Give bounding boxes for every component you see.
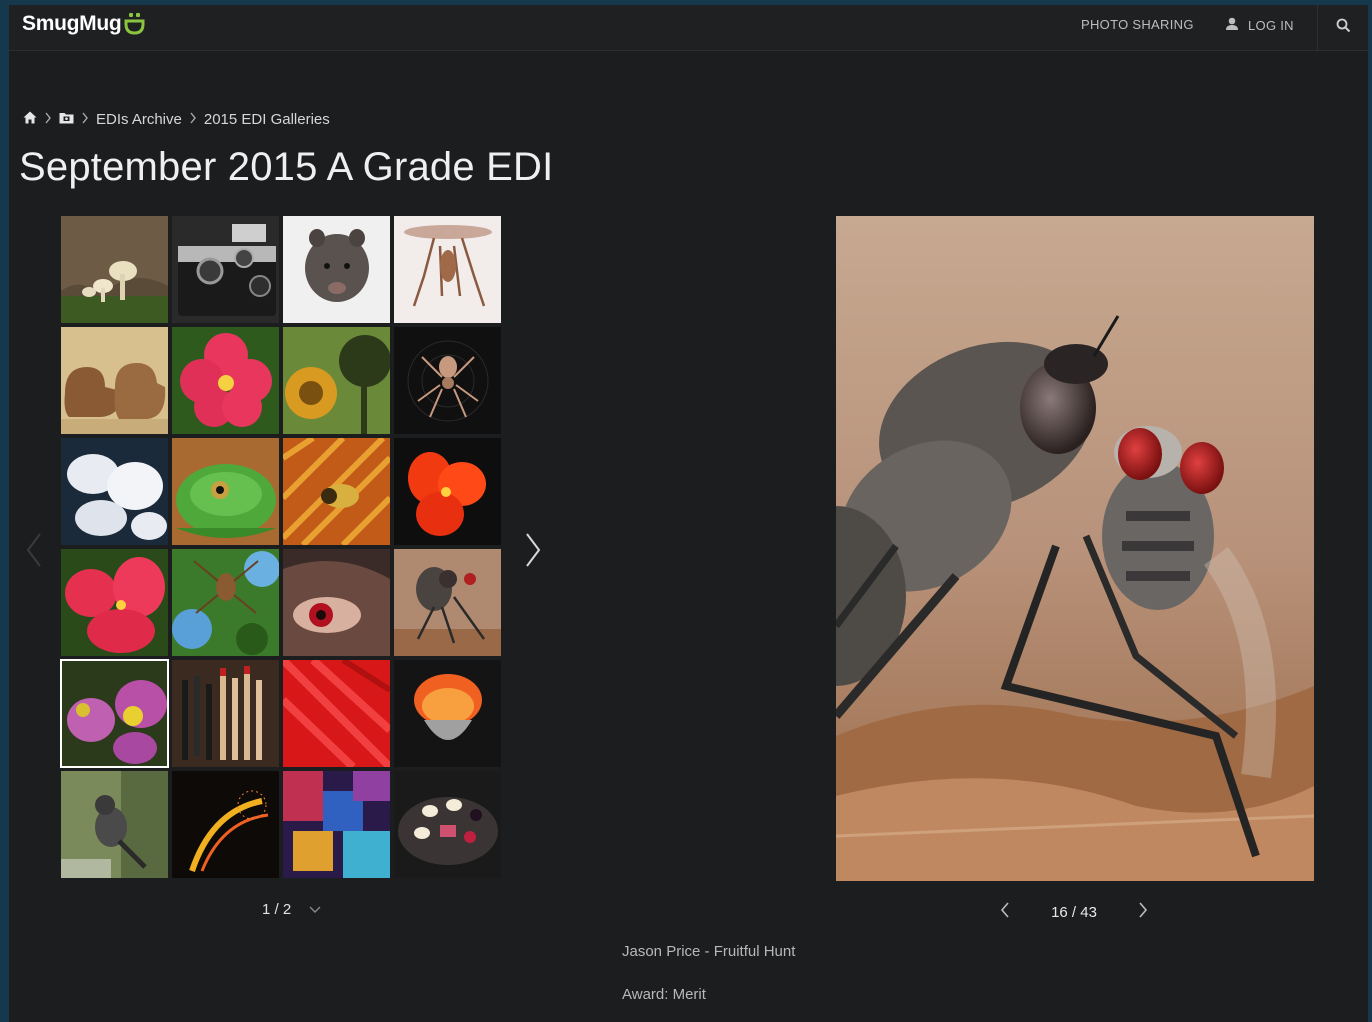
- thumbnails-previous-page-arrow[interactable]: [23, 530, 47, 570]
- thumbnail-abstract-colors[interactable]: [283, 771, 390, 878]
- chevron-right-icon: [81, 112, 89, 127]
- thumbnail-insect-on-white[interactable]: [394, 216, 501, 323]
- thumbnail-baby-boots[interactable]: [61, 327, 168, 434]
- thumbnail-orange-feather[interactable]: [394, 660, 501, 767]
- page: SmugMug PHOTO SHARING LOG IN EDIs Archiv…: [9, 5, 1368, 1022]
- thumbnail-spider-leaves[interactable]: [172, 549, 279, 656]
- next-photo-arrow[interactable]: [1137, 901, 1149, 923]
- thumbnail-white-mushrooms[interactable]: [61, 438, 168, 545]
- thumbnail-green-frog[interactable]: [172, 438, 279, 545]
- thumbnail-matches[interactable]: [172, 660, 279, 767]
- photo-caption: Jason Price - Fruitful Hunt: [622, 943, 796, 960]
- thumbnail-wombat[interactable]: [283, 216, 390, 323]
- photo-sharing-link[interactable]: PHOTO SHARING: [1081, 17, 1194, 32]
- thumbnail-purple-hellebore[interactable]: [60, 659, 169, 768]
- thumbnail-sunflower-silhouette[interactable]: [283, 327, 390, 434]
- thumbnail-spider-web[interactable]: [394, 327, 501, 434]
- top-navigation-bar: SmugMug PHOTO SHARING LOG IN: [9, 5, 1368, 51]
- thumbnail-grey-bird[interactable]: [61, 771, 168, 878]
- thumbnail-golden-wasp[interactable]: [283, 438, 390, 545]
- thumbnail-camera[interactable]: [172, 216, 279, 323]
- breadcrumb-link-edis-archive[interactable]: EDIs Archive: [96, 111, 182, 128]
- thumbnails-next-page-arrow[interactable]: [521, 530, 545, 570]
- search-button[interactable]: [1317, 5, 1368, 51]
- thumbnail-mushrooms[interactable]: [61, 216, 168, 323]
- thumbnail-light-swirl[interactable]: [172, 771, 279, 878]
- thumbnail-pink-flower[interactable]: [172, 327, 279, 434]
- thumbnail-eye-closeup[interactable]: [283, 549, 390, 656]
- smugmug-smile-icon: [124, 12, 146, 36]
- previous-photo-arrow[interactable]: [999, 901, 1011, 923]
- folder-icon[interactable]: [59, 111, 74, 128]
- chevron-right-icon: [189, 112, 197, 127]
- photo-award: Award: Merit: [622, 986, 706, 1003]
- thumbnail-grid: [60, 216, 502, 878]
- breadcrumb-link-2015-edi-galleries[interactable]: 2015 EDI Galleries: [204, 111, 330, 128]
- brand-name: SmugMug: [22, 12, 122, 35]
- search-icon: [1336, 18, 1351, 38]
- thumbnail-pager[interactable]: 1 / 2: [262, 901, 321, 918]
- login-link[interactable]: LOG IN: [1225, 17, 1294, 34]
- chevron-down-icon: [309, 901, 321, 918]
- user-icon: [1225, 17, 1239, 34]
- login-label: LOG IN: [1248, 18, 1294, 33]
- photo-counter: 16 / 43: [1051, 903, 1097, 921]
- main-photo-robber-fly[interactable]: [836, 216, 1314, 881]
- gallery-title: September 2015 A Grade EDI: [19, 145, 554, 189]
- thumbnail-robber-fly[interactable]: [394, 549, 501, 656]
- smugmug-logo[interactable]: SmugMug: [22, 11, 146, 37]
- thumbnail-pink-hibiscus[interactable]: [61, 549, 168, 656]
- chevron-right-icon: [44, 112, 52, 127]
- thumbnail-red-petal[interactable]: [283, 660, 390, 767]
- home-icon[interactable]: [23, 111, 37, 128]
- breadcrumb: EDIs Archive 2015 EDI Galleries: [23, 109, 330, 129]
- photo-sharing-label: PHOTO SHARING: [1081, 17, 1194, 32]
- photo-navigation: 16 / 43: [999, 900, 1149, 924]
- thumbnail-red-flower[interactable]: [394, 438, 501, 545]
- pager-label: 1 / 2: [262, 901, 292, 918]
- thumbnail-dessert-plate[interactable]: [394, 771, 501, 878]
